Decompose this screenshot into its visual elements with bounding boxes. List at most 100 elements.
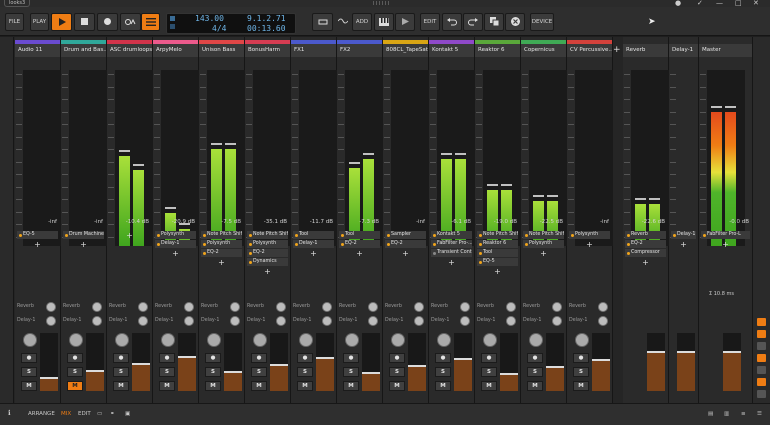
folder-icon[interactable]: ▤ [708, 411, 713, 417]
add-device-button[interactable]: + [245, 267, 290, 276]
device-chip[interactable]: Sampler [385, 231, 426, 239]
device-chip[interactable]: Note Pitch Shif... [477, 231, 518, 239]
add-device-button[interactable]: + [475, 267, 520, 276]
solo-button[interactable]: S [573, 367, 589, 377]
pan-knob[interactable] [253, 333, 267, 347]
device-chip[interactable]: EQ-2 [339, 240, 380, 248]
track-name[interactable]: BonusHarm [245, 44, 290, 57]
mute-button[interactable]: M [481, 381, 497, 391]
fader-cap[interactable] [316, 357, 334, 359]
device-chip[interactable]: Tool [477, 249, 518, 257]
device-chip[interactable]: Polysynth [569, 231, 610, 239]
fader-cap[interactable] [592, 359, 610, 361]
mute-button[interactable]: M [343, 381, 359, 391]
track-name[interactable]: Unison Bass [199, 44, 244, 57]
device-chip[interactable]: Delay-1 [671, 231, 696, 239]
add-device-button[interactable]: + [107, 231, 152, 240]
mute-button[interactable]: M [435, 381, 451, 391]
record-arm-button[interactable]: ● [481, 353, 497, 363]
track-name[interactable]: Copernicus [521, 44, 566, 57]
metronome-icon[interactable] [170, 16, 175, 21]
volume-readout[interactable]: -inf [416, 219, 425, 225]
groove-icon[interactable] [334, 13, 351, 31]
list-icon[interactable]: ☰ [757, 411, 762, 417]
add-device-button[interactable]: + [153, 249, 198, 258]
track-name[interactable]: ArpyMelo [153, 44, 198, 57]
fader-cap[interactable] [677, 351, 695, 353]
pan-knob[interactable] [23, 333, 37, 347]
device-chip[interactable]: Polysynth [155, 231, 196, 239]
record-arm-button[interactable]: ● [343, 353, 359, 363]
page-icon[interactable]: ▥ [724, 411, 729, 417]
fader-cap[interactable] [647, 351, 665, 353]
drag-handle[interactable] [372, 1, 390, 5]
layout-icon[interactable]: ▣ [125, 411, 130, 417]
volume-readout[interactable]: -0.0 dB [729, 219, 749, 225]
record-arm-button[interactable]: ● [113, 353, 129, 363]
file-menu-button[interactable]: FILE [5, 13, 24, 31]
link-icon[interactable]: ⚭ [110, 411, 115, 417]
solo-button[interactable]: S [67, 367, 83, 377]
volume-readout[interactable]: -22.5 dB [540, 219, 563, 225]
send-knob[interactable] [230, 302, 240, 312]
pan-knob[interactable] [529, 333, 543, 347]
device-chip[interactable]: EQ-5 [477, 258, 518, 266]
volume-fader[interactable] [178, 333, 196, 391]
device-chip[interactable]: Polysynth [247, 240, 288, 248]
add-device-button[interactable]: + [521, 249, 566, 258]
track-name[interactable]: 808CL_TapeSat [383, 44, 428, 57]
edit-view-tab[interactable]: EDIT [78, 411, 91, 417]
device-chip[interactable]: Reverb [625, 231, 666, 239]
track-name[interactable]: FX2 [337, 44, 382, 57]
record-arm-button[interactable]: ● [297, 353, 313, 363]
send-knob[interactable] [92, 316, 102, 326]
device-chip[interactable]: Note Pitch Shif... [201, 231, 242, 239]
device-chip[interactable]: FabFilter Pro-L [701, 231, 750, 239]
add-clip-button[interactable] [395, 13, 415, 31]
pan-knob[interactable] [207, 333, 221, 347]
fader-cap[interactable] [723, 351, 741, 353]
add-device-button[interactable]: + [699, 240, 752, 249]
menu-toggle-button[interactable] [141, 13, 160, 31]
device-chip[interactable]: Transient Cont... [431, 249, 472, 257]
position-bars-value[interactable]: 9.1.2.71 [247, 14, 286, 23]
add-device-button[interactable]: + [337, 249, 382, 258]
play-button[interactable] [51, 13, 72, 31]
send-knob[interactable] [184, 302, 194, 312]
add-device-button[interactable]: + [429, 258, 474, 267]
record-button[interactable] [97, 13, 118, 31]
mute-button[interactable]: M [67, 381, 83, 391]
panel-toggle-icon[interactable] [757, 342, 766, 350]
volume-readout[interactable]: -19.0 dB [494, 219, 517, 225]
send-knob[interactable] [276, 302, 286, 312]
send-knob[interactable] [276, 316, 286, 326]
panel-toggle-icon[interactable] [757, 318, 766, 326]
fader-cap[interactable] [40, 377, 58, 379]
add-device-button[interactable]: + [61, 240, 106, 249]
mute-button[interactable]: M [113, 381, 129, 391]
send-knob[interactable] [92, 302, 102, 312]
device-chip[interactable]: Polysynth [523, 240, 564, 248]
info-icon[interactable]: ℹ [8, 409, 11, 417]
send-knob[interactable] [414, 316, 424, 326]
record-arm-button[interactable]: ● [205, 353, 221, 363]
device-chip[interactable]: Tool [293, 231, 334, 239]
track-name[interactable]: Audio 11 [15, 44, 60, 57]
maximize-button[interactable]: □ [735, 0, 742, 7]
sliders-icon[interactable]: ≡ [741, 411, 746, 417]
device-chip[interactable]: Tool [339, 231, 380, 239]
add-device-button[interactable]: + [15, 240, 60, 249]
record-indicator-icon[interactable]: ● [675, 0, 681, 7]
stop-button[interactable] [74, 13, 95, 31]
pan-knob[interactable] [437, 333, 451, 347]
pan-knob[interactable] [69, 333, 83, 347]
record-arm-button[interactable]: ● [21, 353, 37, 363]
device-chip[interactable]: EQ-2 [201, 249, 242, 257]
volume-readout[interactable]: -7.3 dB [359, 219, 379, 225]
send-knob[interactable] [322, 316, 332, 326]
volume-fader[interactable] [40, 333, 58, 391]
device-chip[interactable]: EQ-2 [625, 240, 666, 248]
send-knob[interactable] [414, 302, 424, 312]
device-chip[interactable]: Note Pitch Shif... [523, 231, 564, 239]
solo-button[interactable]: S [21, 367, 37, 377]
